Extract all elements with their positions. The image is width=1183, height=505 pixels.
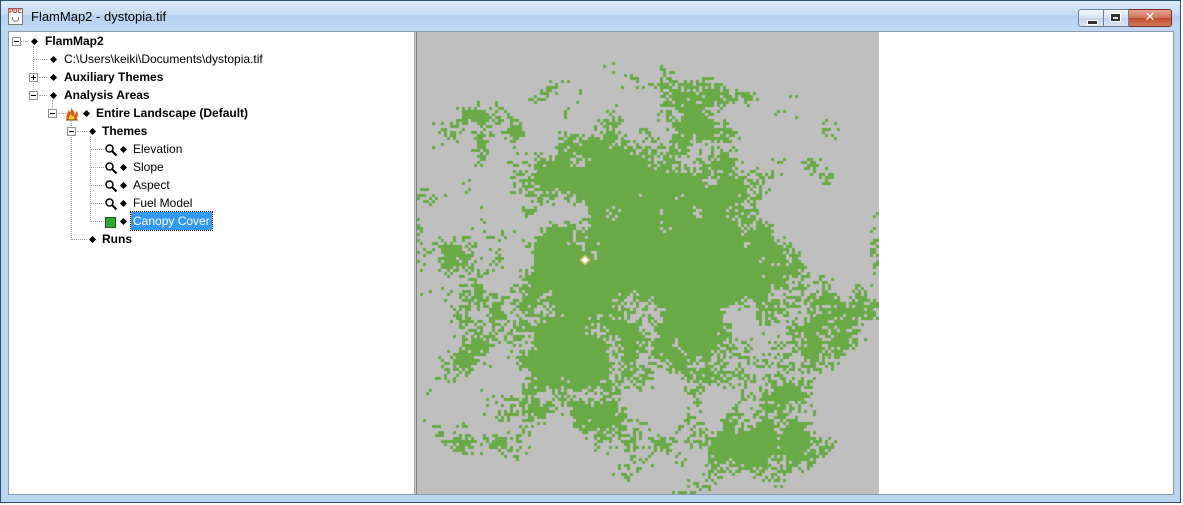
tree-item-label: Elevation — [133, 142, 183, 156]
tree-item-themes[interactable]: Themes — [100, 122, 149, 140]
collapse-landscape-toggle[interactable] — [48, 109, 57, 118]
minimize-icon — [1087, 20, 1098, 25]
window-title: FlamMap2 - dystopia.tif — [31, 9, 167, 24]
node-bullet-icon — [88, 127, 97, 136]
node-bullet-icon — [49, 73, 58, 82]
collapse-root-toggle[interactable] — [12, 37, 21, 46]
tree-item-aspect[interactable]: Aspect — [131, 176, 172, 194]
tree-item-label: Slope — [133, 160, 164, 174]
close-icon: ✕ — [1144, 10, 1156, 25]
node-bullet-icon — [49, 55, 58, 64]
title-bar[interactable]: PDC FlamMap2 - dystopia.tif ✕ — [1, 1, 1180, 31]
tree-item-label: Aspect — [133, 178, 170, 192]
tree-item-elevation[interactable]: Elevation — [131, 140, 184, 158]
tree-item-label: Runs — [102, 232, 132, 246]
node-bullet-icon — [119, 145, 128, 154]
green-swatch-icon — [105, 217, 116, 228]
app-icon-text: PDC — [9, 9, 22, 15]
magnifier-icon — [105, 180, 118, 193]
project-tree[interactable]: FlamMap2 C:\Users\keiki\Documents\dystop… — [9, 32, 414, 494]
tree-item-auxiliary-themes[interactable]: Auxiliary Themes — [62, 68, 165, 86]
tree-item-label: Themes — [102, 124, 148, 138]
maximize-button[interactable] — [1104, 9, 1129, 27]
node-bullet-icon — [119, 181, 128, 190]
tree-item-label: Analysis Areas — [64, 88, 150, 102]
tree-item-canopy-cover[interactable]: Canopy Cover — [130, 211, 213, 231]
maximize-icon — [1110, 13, 1121, 22]
expand-auxiliary-toggle[interactable] — [29, 73, 38, 82]
minimize-button[interactable] — [1078, 9, 1104, 27]
node-bullet-icon — [88, 235, 97, 244]
map-view[interactable] — [417, 32, 1173, 494]
fire-icon — [66, 108, 78, 121]
node-bullet-icon — [119, 163, 128, 172]
tree-item-label: Auxiliary Themes — [64, 70, 164, 84]
close-button[interactable]: ✕ — [1129, 9, 1172, 27]
node-bullet-icon — [49, 91, 58, 100]
tree-item-label: FlamMap2 — [45, 34, 104, 48]
tree-item-runs[interactable]: Runs — [100, 230, 134, 248]
tree-item-label: Fuel Model — [133, 196, 193, 210]
tree-item-file[interactable]: C:\Users\keiki\Documents\dystopia.tif — [62, 50, 265, 68]
node-bullet-icon — [119, 217, 128, 226]
node-bullet-icon — [119, 199, 128, 208]
tree-item-entire-landscape[interactable]: Entire Landscape (Default) — [94, 104, 250, 122]
tree-item-analysis-areas[interactable]: Analysis Areas — [62, 86, 152, 104]
tree-item-label: Entire Landscape (Default) — [96, 106, 249, 120]
app-window: PDC FlamMap2 - dystopia.tif ✕ FlamMap2 C… — [0, 0, 1181, 503]
magnifier-icon — [105, 198, 118, 211]
app-icon[interactable]: PDC — [8, 8, 23, 25]
client-area: FlamMap2 C:\Users\keiki\Documents\dystop… — [8, 31, 1174, 495]
caption-buttons: ✕ — [1078, 9, 1172, 28]
tree-item-slope[interactable]: Slope — [131, 158, 166, 176]
canopy-cover-map[interactable] — [417, 32, 879, 494]
collapse-themes-toggle[interactable] — [67, 127, 76, 136]
tree-item-flammap2[interactable]: FlamMap2 — [43, 32, 106, 50]
tree-item-label: Canopy Cover — [130, 211, 213, 231]
magnifier-icon — [105, 162, 118, 175]
magnifier-icon — [105, 144, 118, 157]
tree-item-fuel-model[interactable]: Fuel Model — [131, 194, 194, 212]
tree-item-label: C:\Users\keiki\Documents\dystopia.tif — [64, 52, 263, 66]
node-bullet-icon — [30, 37, 39, 46]
collapse-analysis-toggle[interactable] — [29, 91, 38, 100]
node-bullet-icon — [82, 109, 91, 118]
